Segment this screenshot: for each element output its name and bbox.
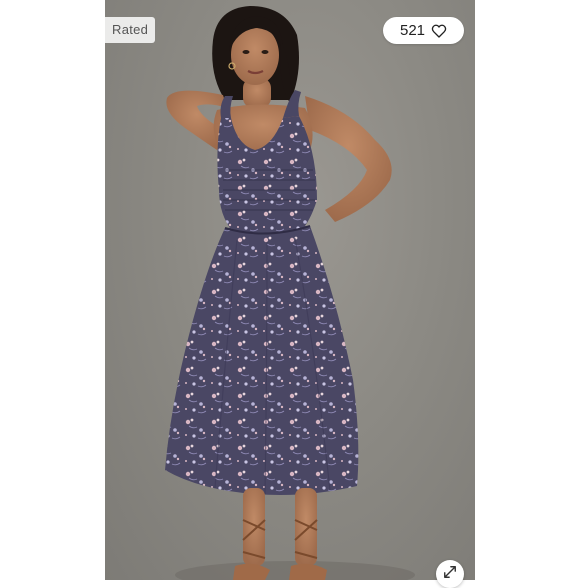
rated-badge: Rated: [105, 17, 156, 43]
expand-button[interactable]: [436, 560, 464, 588]
model-illustration: [165, 6, 415, 580]
like-count: 521: [399, 22, 426, 39]
like-button[interactable]: 521: [383, 17, 464, 44]
product-photo[interactable]: [105, 0, 475, 580]
expand-arrows-icon: [444, 566, 456, 578]
heart-outline-icon: [431, 24, 447, 38]
